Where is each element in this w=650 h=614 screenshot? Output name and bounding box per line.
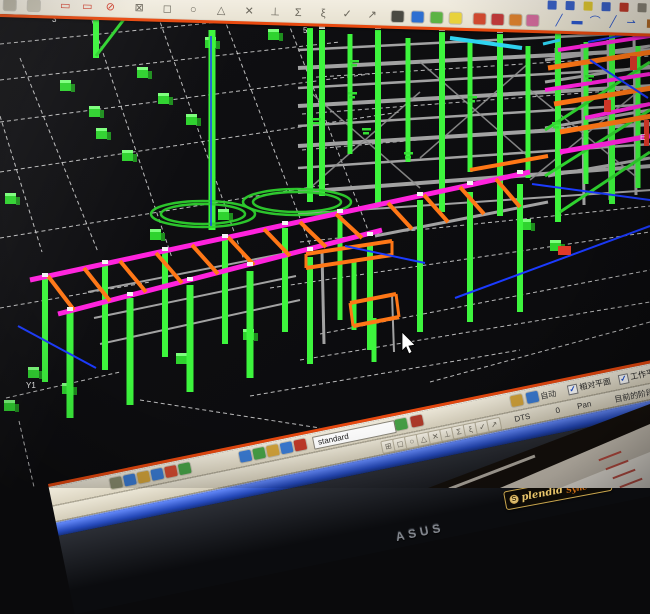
splendid-sticker: S plendid Sync	[503, 472, 613, 511]
snap-plane-checkbox-1[interactable]: ✓工作平面	[618, 365, 650, 385]
create-curved-beam-icon[interactable]: ╱	[605, 16, 620, 29]
create-beam-line-icon[interactable]: ▬	[569, 15, 584, 28]
phase-manager-icon[interactable]	[449, 13, 461, 24]
grid-label-Y1: Y1	[26, 381, 36, 390]
status-snap-any-button[interactable]: ↗	[486, 417, 502, 433]
status-zero: 0	[555, 406, 561, 416]
grid-label-E: E	[640, 133, 645, 142]
no-snap-icon[interactable]: ⊘	[103, 1, 118, 14]
select-all-icon[interactable]	[109, 476, 123, 489]
pen-red-1-icon[interactable]	[473, 13, 485, 24]
snap-extension-icon[interactable]: ξ	[315, 7, 330, 20]
select-filter-icon[interactable]	[123, 473, 137, 486]
create-column-brown-icon[interactable]: ▮	[641, 17, 650, 30]
grid-label-5: 5	[303, 26, 308, 35]
pen-red-2-icon[interactable]	[491, 14, 503, 25]
splendid-coin-icon: S	[509, 494, 520, 505]
snap-perpendicular-icon[interactable]: ⊥	[267, 6, 282, 19]
select-parts-icon[interactable]	[178, 462, 192, 475]
mini-red-icon[interactable]	[619, 3, 628, 12]
status-dts: DTS	[514, 412, 531, 424]
snap-endpoint-icon[interactable]: ◻	[160, 3, 175, 16]
filter-clear-icon[interactable]	[410, 414, 424, 427]
snap-midpoint-icon[interactable]: △	[214, 4, 229, 17]
select-points-icon[interactable]	[164, 465, 178, 478]
filter-apply-icon[interactable]	[394, 418, 408, 431]
select-objects-icon[interactable]	[137, 471, 151, 484]
mini-gray-icon[interactable]	[637, 3, 646, 12]
asus-logo: ASUS	[394, 520, 445, 544]
snap-free-icon[interactable]: ✓	[339, 8, 354, 21]
mini-yellow-icon[interactable]	[583, 2, 592, 11]
view-tool-icon[interactable]	[525, 391, 539, 404]
select-welds-icon[interactable]	[293, 438, 307, 451]
tool-left-b-icon[interactable]	[28, 0, 40, 11]
select-components-icon[interactable]	[150, 468, 164, 481]
snap-red-frame-2-icon[interactable]: ▭	[80, 0, 95, 13]
mini-blue-3-icon[interactable]	[601, 2, 610, 11]
snap-red-frame-1-icon[interactable]: ▭	[58, 0, 73, 13]
select-surfaces-icon[interactable]	[238, 450, 252, 463]
work-area-icon[interactable]	[430, 12, 442, 23]
snap-line-icon[interactable]: Σ	[290, 7, 305, 20]
create-beam-icon[interactable]: ╱	[551, 15, 566, 28]
snap-any-position-icon[interactable]: ↗	[364, 9, 379, 22]
fly-through-icon[interactable]	[411, 11, 423, 22]
pen-orange-icon[interactable]	[509, 14, 521, 25]
select-views-icon[interactable]	[266, 444, 280, 457]
create-beam-arrow-icon[interactable]: ⇀	[623, 17, 638, 30]
status-pan: Pan	[576, 399, 592, 411]
binoculars-icon[interactable]	[391, 11, 403, 22]
snap-intersection-icon[interactable]: ✕	[242, 5, 257, 18]
snap-center-icon[interactable]: ○	[186, 4, 201, 17]
select-bolts-icon[interactable]	[280, 441, 294, 454]
snap-reference-points-icon[interactable]: ⊠	[132, 2, 147, 15]
auto-snap-label: 自动	[539, 388, 557, 402]
create-polybeam-icon[interactable]: ⌒	[587, 16, 602, 29]
mini-blue-2-icon[interactable]	[565, 1, 574, 10]
tool-left-a-icon[interactable]	[4, 0, 16, 10]
select-grids-icon[interactable]	[252, 447, 266, 460]
mini-blue-1-icon[interactable]	[547, 0, 556, 9]
pen-pink-icon[interactable]	[526, 15, 538, 26]
plane-tool-icon[interactable]	[510, 394, 524, 407]
